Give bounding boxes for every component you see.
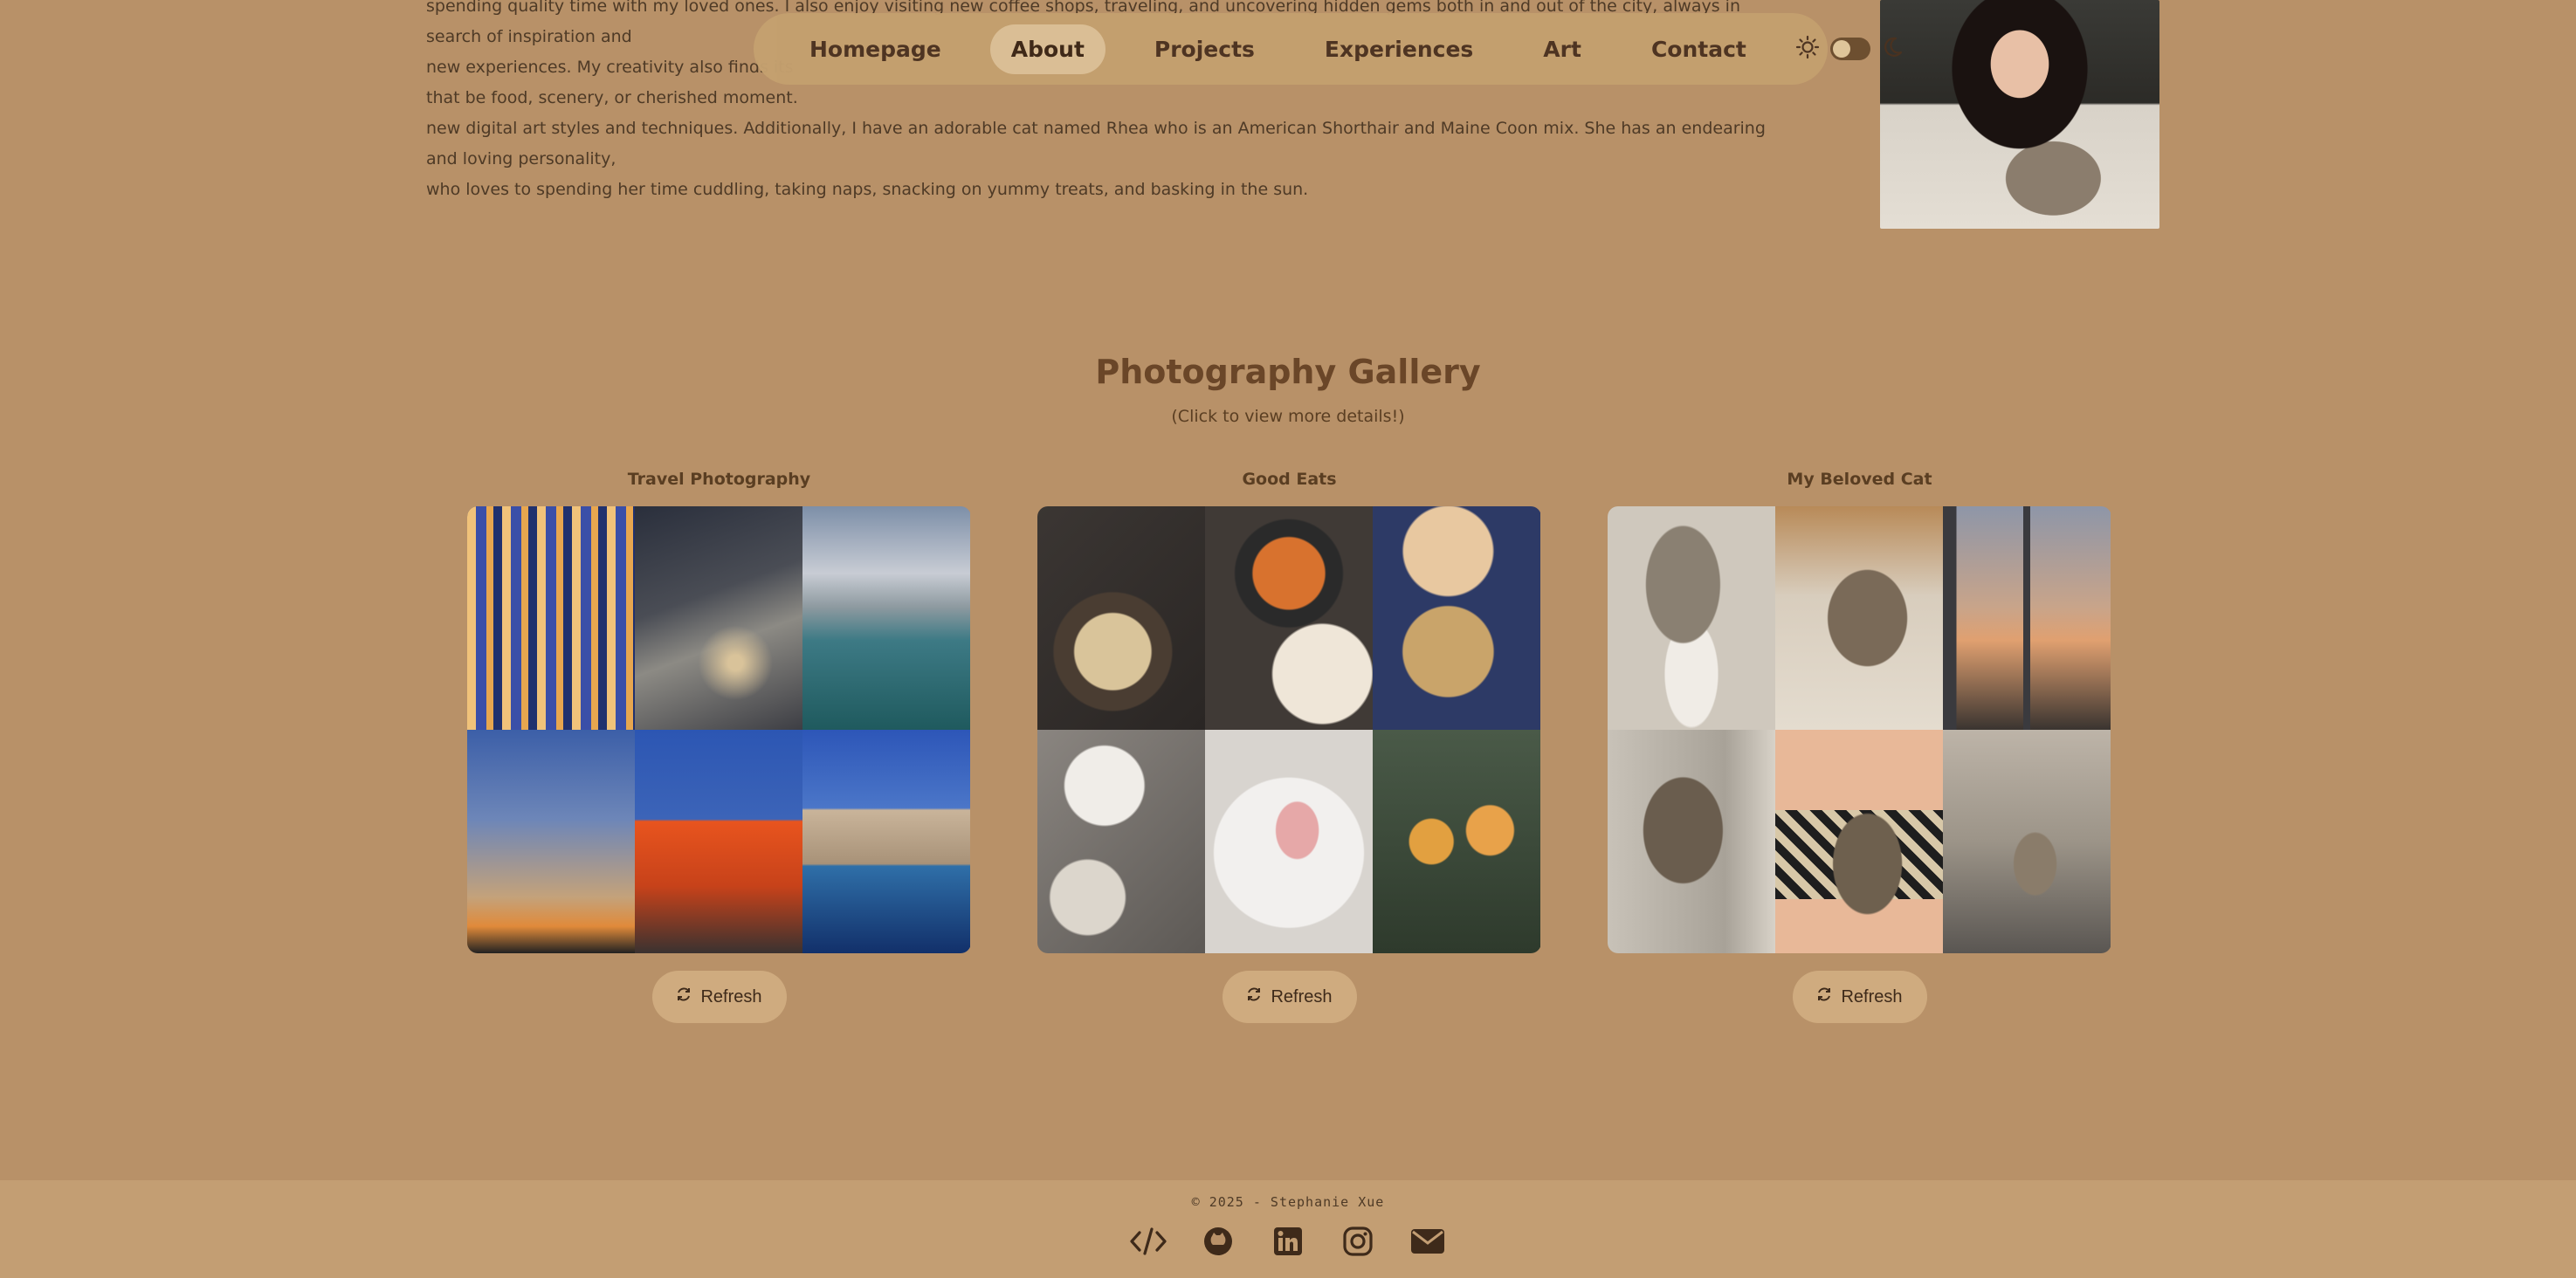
toggle-knob (1832, 40, 1850, 58)
cat-with-cake-photo[interactable] (1608, 506, 1775, 730)
theme-toggle[interactable] (1795, 35, 1904, 63)
github-icon[interactable] (1199, 1224, 1237, 1259)
fish-ice-cream-photo[interactable] (1373, 730, 1540, 953)
nav-homepage[interactable]: Homepage (789, 24, 962, 74)
nav-art[interactable]: Art (1522, 24, 1602, 74)
gallery-subtitle: (Click to view more details!) (1171, 407, 1405, 426)
navbar: Homepage About Projects Experiences Art … (754, 13, 1902, 85)
mountain-lake-photo[interactable] (802, 506, 970, 730)
sea-arch-photo[interactable] (802, 730, 970, 953)
pig-buns-photo[interactable] (1205, 730, 1373, 953)
about-line: that be food, scenery, or cherished mome… (426, 88, 798, 107)
gallery-column-travel: Travel Photography Refresh (467, 470, 971, 1023)
about-line: who loves to spending her time cuddling,… (426, 180, 1309, 199)
hotpot-spread-photo[interactable] (1037, 730, 1205, 953)
column-title: Good Eats (1242, 470, 1337, 489)
cat-standing-photo[interactable] (1608, 730, 1775, 953)
toggle-switch[interactable] (1829, 38, 1870, 60)
email-icon[interactable] (1409, 1224, 1447, 1259)
gallery-column-food: Good Eats Refresh (1037, 470, 1541, 1023)
social-links (0, 1224, 2576, 1259)
refresh-icon (676, 986, 692, 1007)
footer: © 2025 - Stephanie Xue (0, 1180, 2576, 1278)
gallery-column-cat: My Beloved Cat Refresh (1608, 470, 2111, 1023)
cat-on-chair-photo[interactable] (1775, 730, 1943, 953)
nav-experiences[interactable]: Experiences (1304, 24, 1494, 74)
moon-icon (1881, 36, 1904, 62)
sun-icon (1795, 35, 1820, 63)
refresh-label: Refresh (1841, 986, 1903, 1007)
torii-gate-photo[interactable] (635, 730, 802, 953)
instagram-icon[interactable] (1339, 1224, 1377, 1259)
photo-grid (467, 506, 971, 953)
code-icon[interactable] (1129, 1224, 1167, 1259)
photo-grid (1037, 506, 1541, 953)
refresh-label: Refresh (700, 986, 762, 1007)
palm-sunset-photo[interactable] (467, 730, 635, 953)
refresh-icon (1246, 986, 1262, 1007)
refresh-icon (1816, 986, 1832, 1007)
column-title: Travel Photography (627, 470, 811, 489)
copyright-text: © 2025 - Stephanie Xue (1191, 1194, 1385, 1210)
gallery-title: Photography Gallery (1095, 353, 1481, 391)
refresh-button[interactable]: Refresh (1792, 971, 1927, 1023)
udon-tempura-photo[interactable] (1037, 506, 1205, 730)
nav-projects[interactable]: Projects (1133, 24, 1276, 74)
refresh-button[interactable]: Refresh (651, 971, 787, 1023)
refresh-label: Refresh (1271, 986, 1333, 1007)
lantern-festival-photo[interactable] (467, 506, 635, 730)
cat-on-rug-photo[interactable] (1943, 730, 2111, 953)
city-night-aerial-photo[interactable] (635, 506, 802, 730)
breakfast-plates-photo[interactable] (1373, 506, 1540, 730)
cat-window-sunset-photo[interactable] (1943, 506, 2111, 730)
photo-grid (1608, 506, 2111, 953)
nav-contact[interactable]: Contact (1630, 24, 1767, 74)
refresh-button[interactable]: Refresh (1222, 971, 1357, 1023)
column-title: My Beloved Cat (1787, 470, 1932, 489)
nav-about[interactable]: About (989, 24, 1105, 74)
profile-photo (1880, 0, 2159, 229)
cat-lounging-photo[interactable] (1775, 506, 1943, 730)
linkedin-icon[interactable] (1269, 1224, 1307, 1259)
ramen-bowl-photo[interactable] (1205, 506, 1373, 730)
about-line: new digital art styles and techniques. A… (426, 119, 1766, 168)
